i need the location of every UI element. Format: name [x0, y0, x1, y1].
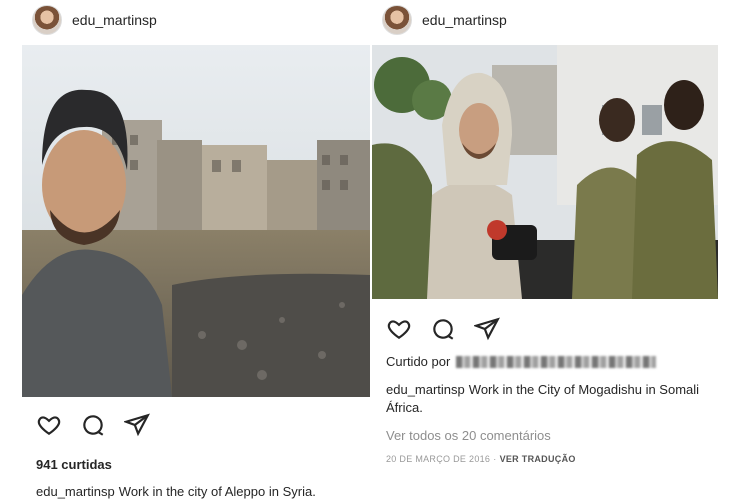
post-header: edu_martinsp [372, 0, 507, 40]
share-icon[interactable] [472, 316, 501, 347]
post-actions [386, 316, 501, 347]
post-aleppo: edu_martinsp 941 curtidas edu_martinsp W… [22, 0, 372, 500]
heart-icon[interactable] [36, 412, 62, 443]
post-header: edu_martinsp [22, 0, 157, 40]
comment-icon[interactable] [80, 412, 106, 443]
view-comments-link[interactable]: Ver todos os 20 comentários [386, 428, 551, 443]
caption: edu_martinsp Work in the city of Aleppo i… [36, 483, 316, 501]
likes-count[interactable]: 941 curtidas [36, 457, 112, 472]
username[interactable]: edu_martinsp [72, 12, 157, 28]
meta-separator: · [493, 454, 497, 464]
liked-by-label: Curtido por [386, 354, 451, 369]
post-date: 20 DE MARÇO DE 2016 [386, 454, 491, 464]
comment-icon[interactable] [430, 316, 456, 347]
caption-username[interactable]: edu_martinsp [386, 382, 465, 397]
liked-by: Curtido por [386, 354, 657, 369]
avatar[interactable] [32, 5, 62, 35]
blurred-usernames [456, 355, 657, 368]
translate-link[interactable]: VER TRADUÇÃO [500, 454, 576, 464]
username[interactable]: edu_martinsp [422, 12, 507, 28]
post-photo[interactable] [372, 45, 718, 299]
share-icon[interactable] [122, 412, 151, 443]
avatar[interactable] [382, 5, 412, 35]
caption-username[interactable]: edu_martinsp [36, 484, 115, 499]
post-mogadishu: edu_martinsp Curtido por edu_martinsp Wo… [372, 0, 738, 500]
post-meta: 20 DE MARÇO DE 2016 · VER TRADUÇÃO [386, 454, 576, 464]
caption: edu_martinsp Work in the City of Mogadish… [386, 381, 726, 417]
post-actions [36, 412, 151, 443]
caption-text: Work in the city of Aleppo in Syria. [118, 484, 316, 499]
heart-icon[interactable] [386, 316, 412, 347]
post-photo[interactable] [22, 45, 370, 397]
